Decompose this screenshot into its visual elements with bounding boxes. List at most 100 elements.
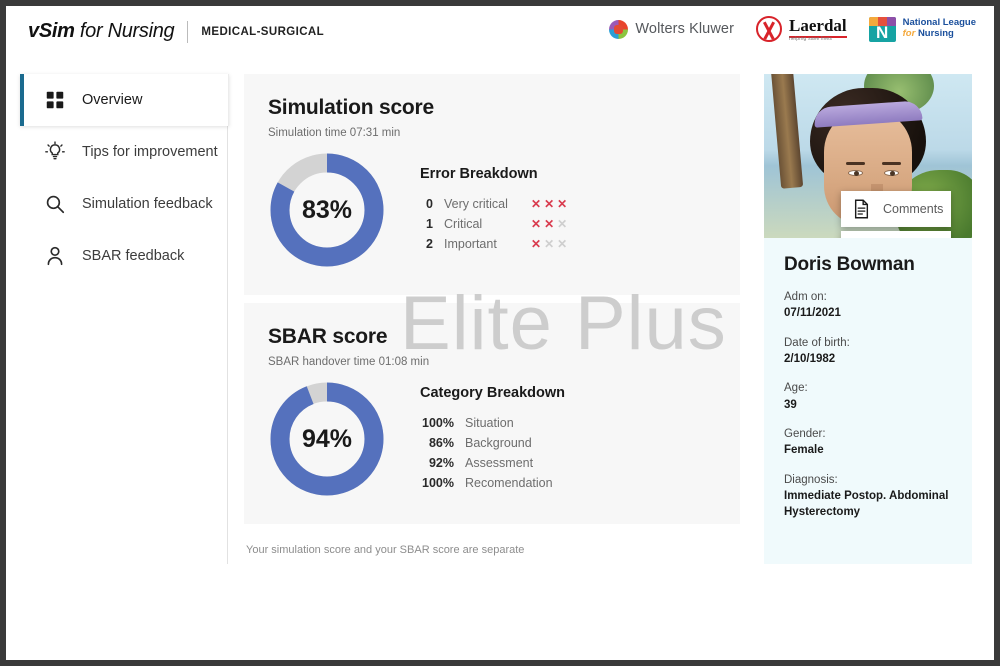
- sidebar-nav: Overview Tips for improvement Simulation…: [20, 74, 229, 564]
- category-label-recomendation: Recomendation: [465, 476, 553, 490]
- severity-marks-critical: ✕ ✕ ✕: [531, 218, 567, 230]
- grid-icon: [46, 91, 64, 109]
- patient-panel: Comments Download Doris Bowman Adm on: 0…: [764, 74, 972, 564]
- wolters-kluwer-logo: Wolters Kluwer: [609, 19, 735, 39]
- patient-name: Doris Bowman: [784, 254, 915, 275]
- main-content: Simulation score Simulation time 07:31 m…: [244, 74, 740, 556]
- error-row-very-critical: 0 Very critical ✕ ✕ ✕: [420, 194, 567, 214]
- laerdal-icon: [756, 16, 783, 42]
- x-mark-icon: ✕: [557, 237, 568, 251]
- category-breakdown: Category Breakdown 100% Situation 86% Ba…: [420, 385, 565, 493]
- sidebar-item-sbar-feedback[interactable]: SBAR feedback: [20, 230, 227, 282]
- brand-name: vSim for Nursing: [28, 20, 175, 43]
- sidebar-item-label-overview: Overview: [82, 92, 143, 108]
- sbar-handover-time: SBAR handover time 01:08 min: [268, 356, 430, 368]
- nln-icon: [868, 16, 896, 42]
- sbar-score-card: SBAR score SBAR handover time 01:08 min …: [244, 303, 740, 524]
- patient-field-gender: Gender: Female: [764, 413, 972, 459]
- sidebar-item-label-sbar-feedback: SBAR feedback: [82, 248, 185, 264]
- category-row-recomendation: 100% Recomendation: [420, 473, 565, 493]
- x-mark-icon: ✕: [531, 237, 542, 251]
- x-mark-icon: ✕: [531, 217, 542, 231]
- patient-field-key: Diagnosis:: [784, 473, 838, 486]
- simulation-score-value: 83%: [301, 195, 353, 224]
- avatar-eyebrow: [882, 162, 901, 165]
- error-label-very-critical: Very critical: [444, 197, 508, 211]
- comments-menu-item[interactable]: Comments: [841, 191, 951, 227]
- category-row-assessment: 92% Assessment: [420, 453, 565, 473]
- patient-field-value: 07/11/2021: [784, 307, 841, 320]
- avatar-eye: [848, 170, 863, 176]
- category-label-background: Background: [465, 436, 532, 450]
- error-count-critical: 1: [426, 217, 433, 231]
- patient-field-key: Age:: [784, 382, 808, 395]
- error-label-critical: Critical: [444, 217, 483, 231]
- category-label-situation: Situation: [465, 416, 514, 430]
- brand-subtitle: MEDICAL-SURGICAL: [201, 25, 325, 38]
- patient-field-key: Date of birth:: [784, 336, 850, 349]
- category-label-assessment: Assessment: [465, 456, 534, 470]
- comments-label: Comments: [883, 202, 944, 216]
- sidebar-item-overview[interactable]: Overview: [20, 74, 229, 126]
- category-row-situation: 100% Situation: [420, 413, 565, 433]
- x-mark-icon: ✕: [544, 197, 555, 211]
- error-label-important: Important: [444, 237, 497, 251]
- patient-field-key: Adm on:: [784, 291, 827, 303]
- error-count-very-critical: 0: [426, 197, 433, 211]
- patient-field-value: 2/10/1982: [784, 352, 836, 365]
- nln-logo: National League for Nursing: [868, 16, 976, 42]
- patient-field-value: Female: [784, 444, 824, 457]
- patient-field-key: Gender:: [784, 427, 826, 440]
- patient-avatar: Comments Download: [764, 74, 972, 238]
- x-mark-icon: ✕: [544, 237, 555, 251]
- avatar-eye: [884, 170, 899, 176]
- lightbulb-icon: [45, 141, 65, 160]
- category-pct-recomendation: 100%: [422, 476, 454, 490]
- sbar-score-title: SBAR score: [268, 325, 388, 348]
- sidebar-item-simulation-feedback[interactable]: Simulation feedback: [20, 178, 227, 230]
- partner-logos: Wolters Kluwer Laerdal helping save live…: [609, 15, 976, 42]
- category-breakdown-title: Category Breakdown: [420, 385, 566, 401]
- simulation-time: Simulation time 07:31 min: [268, 127, 401, 139]
- avatar-eyebrow: [846, 162, 865, 165]
- brand-name-bold: vSim: [28, 20, 75, 42]
- search-icon: [46, 195, 65, 214]
- sidebar-item-tips[interactable]: Tips for improvement: [20, 126, 227, 178]
- laerdal-label: Laerdal: [789, 15, 847, 38]
- error-breakdown-title: Error Breakdown: [420, 166, 538, 182]
- x-mark-icon: ✕: [544, 217, 555, 231]
- patient-field-date-of-birth: Date of birth: 2/10/1982: [764, 322, 972, 368]
- brand-divider: [187, 20, 189, 43]
- sidebar-item-label-simulation-feedback: Simulation feedback: [82, 196, 213, 212]
- x-mark-icon: ✕: [557, 217, 568, 231]
- simulation-score-donut: 83%: [268, 151, 386, 269]
- category-pct-situation: 100%: [422, 416, 454, 430]
- palm-tree-decoration: [770, 74, 804, 189]
- patient-field-age: Age: 39: [764, 367, 972, 413]
- sbar-score-donut: 94%: [268, 380, 386, 498]
- nln-line-2-italic: for: [902, 28, 918, 39]
- wolters-kluwer-icon: [609, 19, 629, 39]
- wolters-kluwer-label: Wolters Kluwer: [635, 21, 735, 37]
- error-count-important: 2: [426, 237, 433, 251]
- patient-field-adm-on: Adm on: 07/11/2021: [764, 276, 972, 322]
- nln-line-2-bold: Nursing: [917, 28, 954, 39]
- person-icon: [47, 246, 63, 266]
- x-mark-icon: ✕: [557, 197, 568, 211]
- download-menu-item[interactable]: Download: [841, 231, 951, 238]
- category-pct-assessment: 92%: [428, 456, 454, 470]
- x-mark-icon: ✕: [531, 197, 542, 211]
- severity-marks-very-critical: ✕ ✕ ✕: [531, 198, 567, 210]
- score-separation-note: Your simulation score and your SBAR scor…: [246, 544, 525, 556]
- severity-marks-important: ✕ ✕ ✕: [531, 238, 567, 250]
- nln-text: National League for Nursing: [902, 17, 976, 40]
- patient-field-diagnosis: Diagnosis: Immediate Postop. Abdominal H…: [764, 459, 972, 521]
- brand-name-italic: for Nursing: [74, 20, 175, 42]
- brand-logo: vSim for Nursing MEDICAL-SURGICAL: [28, 20, 324, 43]
- laerdal-logo: Laerdal helping save lives: [756, 15, 847, 42]
- category-row-background: 86% Background: [420, 433, 565, 453]
- error-breakdown: Error Breakdown 0 Very critical ✕ ✕ ✕ 1 …: [420, 166, 567, 254]
- laerdal-text: Laerdal helping save lives: [789, 15, 847, 42]
- patient-field-value: Immediate Postop. Abdominal Hysterectomy: [784, 489, 949, 519]
- sbar-score-value: 94%: [301, 424, 353, 453]
